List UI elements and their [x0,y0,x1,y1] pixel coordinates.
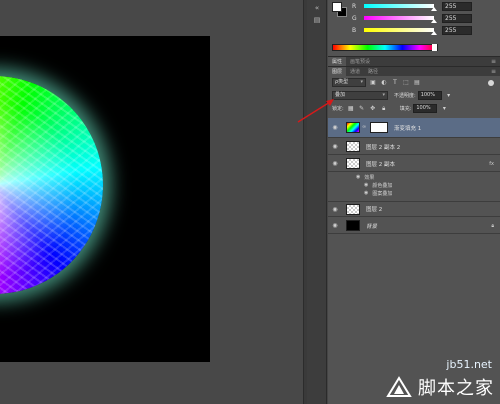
lock-all-icon[interactable]: 🔒︎ [380,105,388,113]
panel-menu-icon[interactable]: ≡ [491,58,496,65]
layer-mask-thumbnail[interactable] [370,122,388,133]
link-icon: ∞ [362,123,367,130]
blend-mode-dropdown[interactable]: 叠加 [332,91,388,100]
layer-thumbnail [346,203,360,215]
layer-2[interactable]: ◉ 图层 2 [328,201,500,217]
green-channel-row: G 255 [352,13,498,23]
shape-filter-icon[interactable]: ⬚ [402,79,410,87]
slider-thumb[interactable] [431,31,437,35]
lock-position-icon[interactable]: ✥ [369,105,377,113]
layer-copy[interactable]: ◉ 图层 2 副本 fx [328,156,500,172]
effect-eye-icon[interactable]: ◉ [364,182,368,188]
layer-effects-icon[interactable]: fx [489,161,494,167]
layer-gradient-fill[interactable]: ◉ ∞ 渐变填充 1 [328,118,500,138]
properties-tabbar: 属性 画笔预设 ≡ [328,56,500,67]
watermark-site: jb51.net [446,358,492,371]
red-channel-label: R [352,2,357,10]
effect-eye-icon[interactable]: ◉ [364,190,368,196]
site-watermark: jb51.net 脚本之家 [356,356,496,402]
visibility-eye-icon[interactable]: ◉ [328,124,342,131]
opacity-field[interactable]: 100% [417,91,442,100]
effect-color-overlay[interactable]: ◉ 颜色叠加 [328,181,500,189]
lock-row: 锁定: ▦ ✎ ✥ 🔒︎ 填充: 100% ▾ [328,104,500,113]
smart-object-filter-icon[interactable]: ▤ [413,79,421,87]
layer-name: 图层 2 副本 2 [366,144,401,151]
layer-copy-2[interactable]: ◉ 图层 2 副本 2 [328,139,500,155]
effect-name: 图案叠加 [372,190,393,197]
opacity-label: 不透明度: [394,93,416,99]
color-panel: R 255 G 255 B 255 [328,0,500,54]
effects-header[interactable]: ◉ 效果 [328,173,500,181]
layer-thumbnail [346,220,360,231]
layers-tabbar: 图层 通道 路径 ≡ [328,66,500,77]
blue-channel-slider[interactable] [364,28,437,35]
fill-dropdown-icon[interactable]: ▾ [440,105,448,113]
blue-value-field[interactable]: 255 [442,25,472,35]
panel-collapse-icon[interactable]: « [310,2,324,14]
history-icon[interactable]: ▤ [310,14,324,26]
visibility-eye-icon[interactable]: ◉ [328,143,342,150]
red-value-field[interactable]: 255 [442,1,472,11]
green-value-field[interactable]: 255 [442,13,472,23]
watermark-name: 脚本之家 [418,378,494,399]
effect-pattern-overlay[interactable]: ◉ 图案叠加 [328,189,500,197]
opacity-dropdown-icon[interactable]: ▾ [445,92,453,100]
glowing-orb-artwork [0,76,103,294]
lock-icon: 🔒︎ [491,222,494,229]
document-workspace [0,0,303,404]
layer-name: 渐变填充 1 [394,125,422,132]
red-annotation-arrow [297,99,334,123]
gradient-thumbnail [346,122,360,133]
filter-toggle-icon[interactable] [488,79,494,86]
green-channel-label: G [352,14,357,22]
blue-channel-row: B 255 [352,25,498,35]
layers-menu-icon[interactable]: ≡ [491,68,496,75]
lock-transparent-icon[interactable]: ▦ [347,105,355,113]
slider-thumb[interactable] [431,7,437,11]
layer-filter-row: ρ类型 ▣ ◐ T ⬚ ▤ [328,78,500,87]
effects-eye-icon[interactable]: ◉ [356,174,360,180]
tab-paths[interactable]: 路径 [364,67,382,77]
layer-name: 图层 2 [366,207,383,213]
collapsed-panel-strip: « ▤ [307,0,327,404]
blue-channel-label: B [352,26,357,34]
layer-background[interactable]: ◉ 背景 🔒︎ [328,218,500,234]
red-channel-slider[interactable] [364,4,437,11]
layer-name: 图层 2 副本 [366,161,395,168]
visibility-eye-icon[interactable]: ◉ [328,222,342,229]
tab-channels[interactable]: 通道 [346,67,364,77]
pixel-filter-icon[interactable]: ▣ [369,79,377,87]
slider-thumb[interactable] [431,19,437,23]
visibility-eye-icon[interactable]: ◉ [328,160,342,167]
red-channel-row: R 255 [352,1,498,11]
adjustment-filter-icon[interactable]: ◐ [380,79,388,87]
color-spectrum-bar[interactable] [332,44,438,51]
layers-list: ◉ ∞ 渐变填充 1 ◉ 图层 2 副本 2 ◉ 图层 2 副本 fx ◉ 效果… [328,117,500,237]
tab-layers[interactable]: 图层 [328,66,347,77]
effects-label: 效果 [364,174,375,181]
document-canvas[interactable] [0,36,210,362]
type-filter-icon[interactable]: T [391,79,399,87]
layer-filter-dropdown[interactable]: ρ类型 [332,78,366,87]
white-swatch[interactable] [432,44,437,51]
watermark-logo-icon [386,376,412,397]
fill-label: 填充: [399,106,412,112]
fill-field[interactable]: 100% [413,104,438,113]
visibility-eye-icon[interactable]: ◉ [328,206,342,213]
green-channel-slider[interactable] [364,16,437,23]
layer-thumbnail [346,141,360,152]
layer-thumbnail [346,158,360,169]
right-panel: R 255 G 255 B 255 属性 画笔预设 ≡ 图层 通道 路径 ≡ ρ… [328,0,500,404]
tab-properties[interactable]: 属性 [328,56,347,67]
foreground-color-swatch[interactable] [332,2,342,12]
blend-row: 叠加 不透明度: 100% ▾ [328,91,500,100]
effect-name: 颜色叠加 [372,182,393,189]
tab-brush-presets[interactable]: 画笔预设 [346,57,374,67]
lock-image-icon[interactable]: ✎ [358,105,366,113]
layer-name: 背景 [366,223,378,230]
